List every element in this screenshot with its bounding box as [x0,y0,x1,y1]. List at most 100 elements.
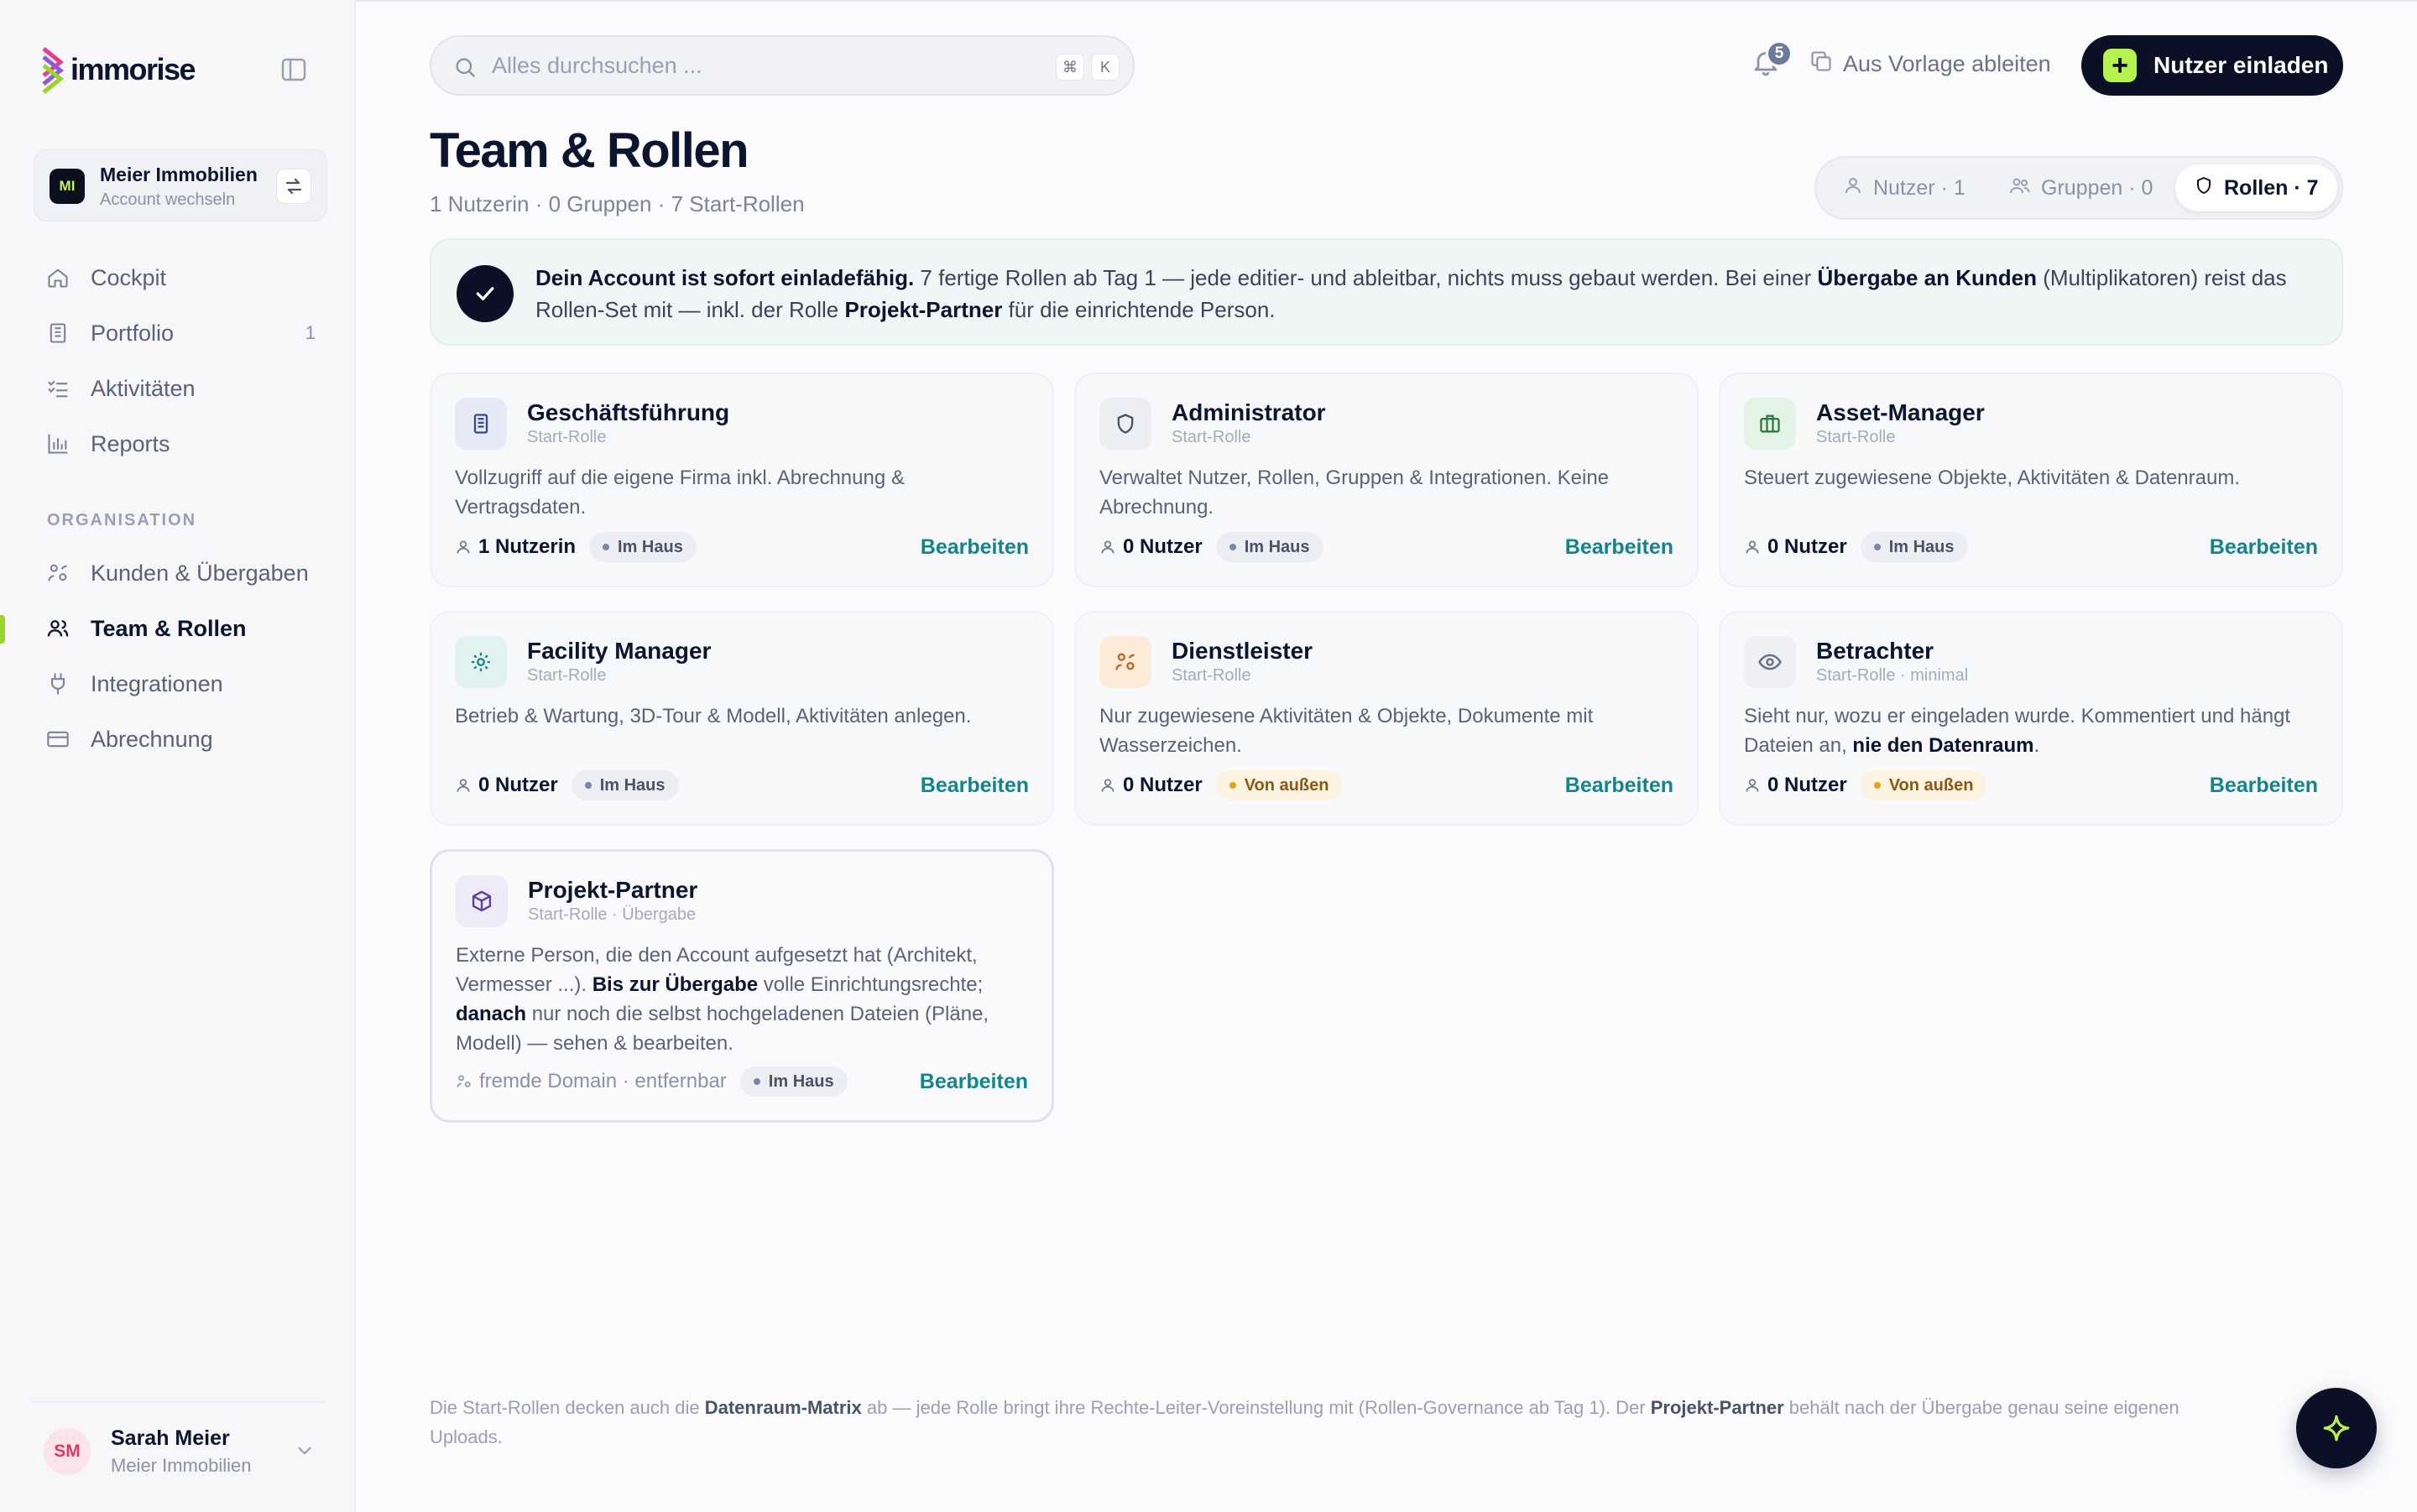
org-nav: Kunden & Übergaben Team & Rollen Integra… [34,545,327,767]
desc-strong: nie den Datenraum [1852,734,2034,757]
role-footer: fremde Domain · entfernbar Im Haus Bearb… [456,1065,1028,1098]
user-icon [1101,540,1115,554]
search-input[interactable] [492,49,962,82]
role-user-count: 0 Nutzer [1744,535,1847,559]
portfolio-count: 1 [305,322,316,343]
scope-text: Im Haus [618,537,683,556]
role-title: Asset-Manager [1816,399,1985,425]
nav-item-abrechnung[interactable]: Abrechnung [34,712,327,767]
role-card-betrachter[interactable]: Betrachter Start-Rolle · minimal Sieht n… [1719,611,2343,826]
edit-role-button[interactable]: Bearbeiten [2210,774,2318,798]
tab-nutzer[interactable]: Nutzer · 1 [1824,164,1984,211]
ai-assistant-button[interactable] [2296,1388,2377,1468]
role-title: Dienstleister [1172,638,1313,664]
role-card-asset-manager[interactable]: Asset-Manager Start-Rolle Steuert zugewi… [1719,373,2343,587]
invite-user-button[interactable]: + Nutzer einladen [2081,35,2343,96]
nav-item-aktivitaeten[interactable]: Aktivitäten [34,361,327,416]
nav-item-cockpit[interactable]: Cockpit [34,250,327,305]
desc-part: . [2033,734,2040,757]
role-type: Start-Rolle [527,428,607,446]
scope-badge: Im Haus [1215,532,1323,562]
brand-logo[interactable]: immorise [40,45,196,94]
building-icon [45,321,70,346]
edit-role-button[interactable]: Bearbeiten [1565,535,1673,560]
nav-item-integrationen[interactable]: Integrationen [34,656,327,712]
eye-icon [1744,636,1796,688]
user-menu[interactable]: SM Sarah Meier Meier Immobilien [32,1401,327,1492]
role-footer: 0 Nutzer Im Haus Bearbeiten [455,769,1029,802]
user-icon [1101,779,1115,792]
page-subtitle: 1 Nutzerin · 0 Gruppen · 7 Start-Rollen [430,191,805,216]
info-banner: Dein Account ist sofort einladefähig. 7 … [430,238,2343,346]
tab-gruppen[interactable]: Gruppen · 0 [1991,164,2171,211]
role-type: Start-Rolle [1172,428,1251,446]
nav-item-team-rollen[interactable]: Team & Rollen [34,601,327,656]
scope-badge: Im Haus [589,532,697,562]
invite-label: Nutzer einladen [2153,52,2329,78]
search-bar[interactable]: ⌘ K [430,35,1135,96]
shortcut-k-key: K [1091,54,1120,81]
user-icon [1746,779,1759,792]
role-title: Administrator [1172,399,1326,425]
role-description: Vollzugriff auf die eigene Firma inkl. A… [455,467,905,519]
search-icon [453,55,477,79]
plus-icon: + [2103,49,2137,82]
swap-icon[interactable] [276,169,311,204]
scope-badge: Im Haus [739,1066,848,1097]
edit-role-button[interactable]: Bearbeiten [921,535,1029,560]
role-description: Sieht nur, wozu er eingeladen wurde. Kom… [1744,701,2323,760]
desc-part: volle Einrichtungsrechte; [758,973,984,996]
page-title: Team & Rollen [430,123,749,178]
nav-label: Portfolio [91,320,175,346]
role-footer: 0 Nutzer Im Haus Bearbeiten [1744,530,2318,564]
nav-item-reports[interactable]: Reports [34,416,327,472]
edit-role-button[interactable]: Bearbeiten [2210,535,2318,560]
check-icon [457,265,514,322]
checklist-icon [45,376,70,401]
desc-part: nur noch die selbst hochgeladenen Dateie… [456,1003,989,1055]
role-card-administrator[interactable]: Administrator Start-Rolle Verwaltet Nutz… [1074,373,1699,587]
role-user-count: 0 Nutzer [1099,774,1203,797]
brand-name: immorise [70,52,196,86]
sidebar-toggle-icon[interactable] [280,57,309,82]
role-title: Geschäftsführung [527,399,730,425]
plug-icon [45,671,70,696]
edit-role-button[interactable]: Bearbeiten [1565,774,1673,798]
role-card-geschaeftsfuehrung[interactable]: Geschäftsführung Start-Rolle Vollzugriff… [430,373,1054,587]
user-icon [457,779,470,792]
nav-label: Abrechnung [91,726,213,752]
nav-label: Aktivitäten [91,375,196,401]
sparkle-icon [2323,1415,2350,1442]
role-card-projekt-partner[interactable]: Projekt-Partner Start-Rolle · Übergabe E… [430,849,1054,1123]
scope-badge: Im Haus [571,770,679,800]
sidebar: immorise MI Meier Immobilien Account wec… [0,0,356,1512]
role-card-facility-manager[interactable]: Facility Manager Start-Rolle Betrieb & W… [430,611,1054,826]
briefcase-icon [1744,398,1796,450]
derive-from-template-button[interactable]: Aus Vorlage ableiten [1809,42,2051,86]
role-type: Start-Rolle · minimal [1816,666,1969,685]
active-nav-indicator [0,615,5,644]
nav-label: Integrationen [91,670,223,696]
role-title: Betrachter [1816,638,1934,664]
team-icon [45,616,70,641]
edit-role-button[interactable]: Bearbeiten [921,774,1029,798]
view-segmented-control: Nutzer · 1 Gruppen · 0 Rollen · 7 [1814,156,2343,220]
copy-icon [1809,50,1833,79]
role-title: Facility Manager [527,638,712,664]
account-switcher[interactable]: MI Meier Immobilien Account wechseln [34,149,327,222]
top-border [0,0,2417,2]
role-footer: 1 Nutzerin Im Haus Bearbeiten [455,530,1029,564]
role-card-dienstleister[interactable]: Dienstleister Start-Rolle Nur zugewiesen… [1074,611,1699,826]
banner-text: Dein Account ist sofort einladefähig. 7 … [535,262,2306,326]
role-partner-info: fremde Domain · entfernbar [456,1070,727,1093]
partner-info-text: fremde Domain · entfernbar [479,1070,727,1092]
desc-strong: Bis zur Übergabe [592,973,759,996]
edit-role-button[interactable]: Bearbeiten [920,1070,1028,1094]
chevron-down-icon[interactable] [294,1440,316,1462]
nav-item-portfolio[interactable]: Portfolio 1 [34,305,327,361]
shield-icon [2194,175,2214,201]
tab-rollen[interactable]: Rollen · 7 [2175,164,2337,211]
tab-label: Gruppen · 0 [2041,175,2153,200]
users-icon [2009,175,2031,201]
nav-item-kunden-uebergaben[interactable]: Kunden & Übergaben [34,545,327,601]
